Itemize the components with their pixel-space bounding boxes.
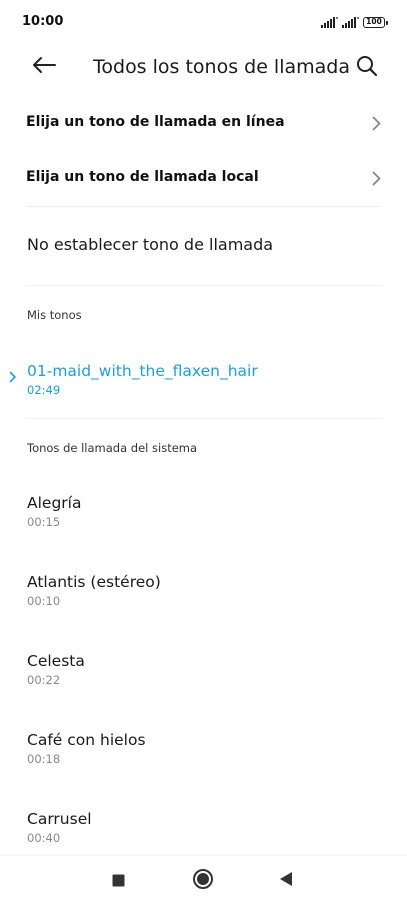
signal-icon (342, 13, 359, 32)
tone-item[interactable]: Alegría 00:15 (0, 494, 407, 554)
tone-duration: 00:18 (27, 752, 61, 766)
back-triangle-icon (279, 871, 293, 891)
no-ringtone-label: No establecer tono de llamada (27, 235, 274, 254)
divider (26, 206, 381, 207)
local-ringtone-label: Elija un tono de llamada local (26, 169, 259, 185)
status-bar: 10:00 100 (0, 0, 407, 44)
tone-name: Celesta (27, 652, 85, 670)
tone-duration: 00:10 (27, 594, 61, 608)
tone-name: 01-maid_with_the_flaxen_hair (27, 362, 258, 380)
section-header-my-tones: Mis tonos (27, 308, 82, 322)
tone-name: Carrusel (27, 810, 92, 828)
search-button[interactable] (353, 54, 381, 82)
tone-item[interactable]: Atlantis (estéreo) 00:10 (0, 573, 407, 633)
tone-duration: 00:40 (27, 831, 61, 845)
home-circle-icon (192, 868, 214, 894)
back-button[interactable] (28, 54, 60, 80)
online-ringtone-row[interactable]: Elija un tono de llamada en línea (0, 102, 407, 146)
online-ringtone-label: Elija un tono de llamada en línea (26, 114, 285, 130)
divider (26, 418, 381, 419)
recents-square-icon (112, 872, 125, 891)
tone-item[interactable]: Celesta 00:22 (0, 652, 407, 712)
tone-duration: 00:15 (27, 515, 61, 529)
system-nav-bar (0, 855, 407, 906)
chevron-right-icon (372, 171, 381, 190)
selected-chevron-icon (9, 368, 17, 387)
recents-button[interactable] (106, 869, 130, 893)
local-ringtone-row[interactable]: Elija un tono de llamada local (0, 157, 407, 201)
status-time: 10:00 (22, 14, 64, 29)
divider (26, 285, 381, 286)
search-icon (356, 55, 378, 81)
chevron-right-icon (372, 116, 381, 135)
tone-item-selected[interactable]: 01-maid_with_the_flaxen_hair 02:49 (0, 362, 407, 422)
signal-icon (321, 13, 338, 32)
page-title: Todos los tonos de llamada (93, 56, 350, 78)
toolbar: Todos los tonos de llamada (0, 44, 407, 90)
tone-duration: 02:49 (27, 383, 61, 397)
back-arrow-icon (32, 56, 56, 78)
home-button[interactable] (191, 869, 215, 893)
tone-name: Alegría (27, 494, 82, 512)
status-icons: 100 (321, 13, 388, 32)
section-header-system-tones: Tonos de llamada del sistema (27, 441, 198, 455)
tone-item[interactable]: Café con hielos 00:18 (0, 731, 407, 791)
no-ringtone-row[interactable]: No establecer tono de llamada (0, 222, 407, 272)
battery-icon: 100 (363, 17, 388, 28)
tone-duration: 00:22 (27, 673, 61, 687)
back-nav-button[interactable] (274, 869, 298, 893)
tone-name: Atlantis (estéreo) (27, 573, 161, 591)
tone-name: Café con hielos (27, 731, 146, 749)
